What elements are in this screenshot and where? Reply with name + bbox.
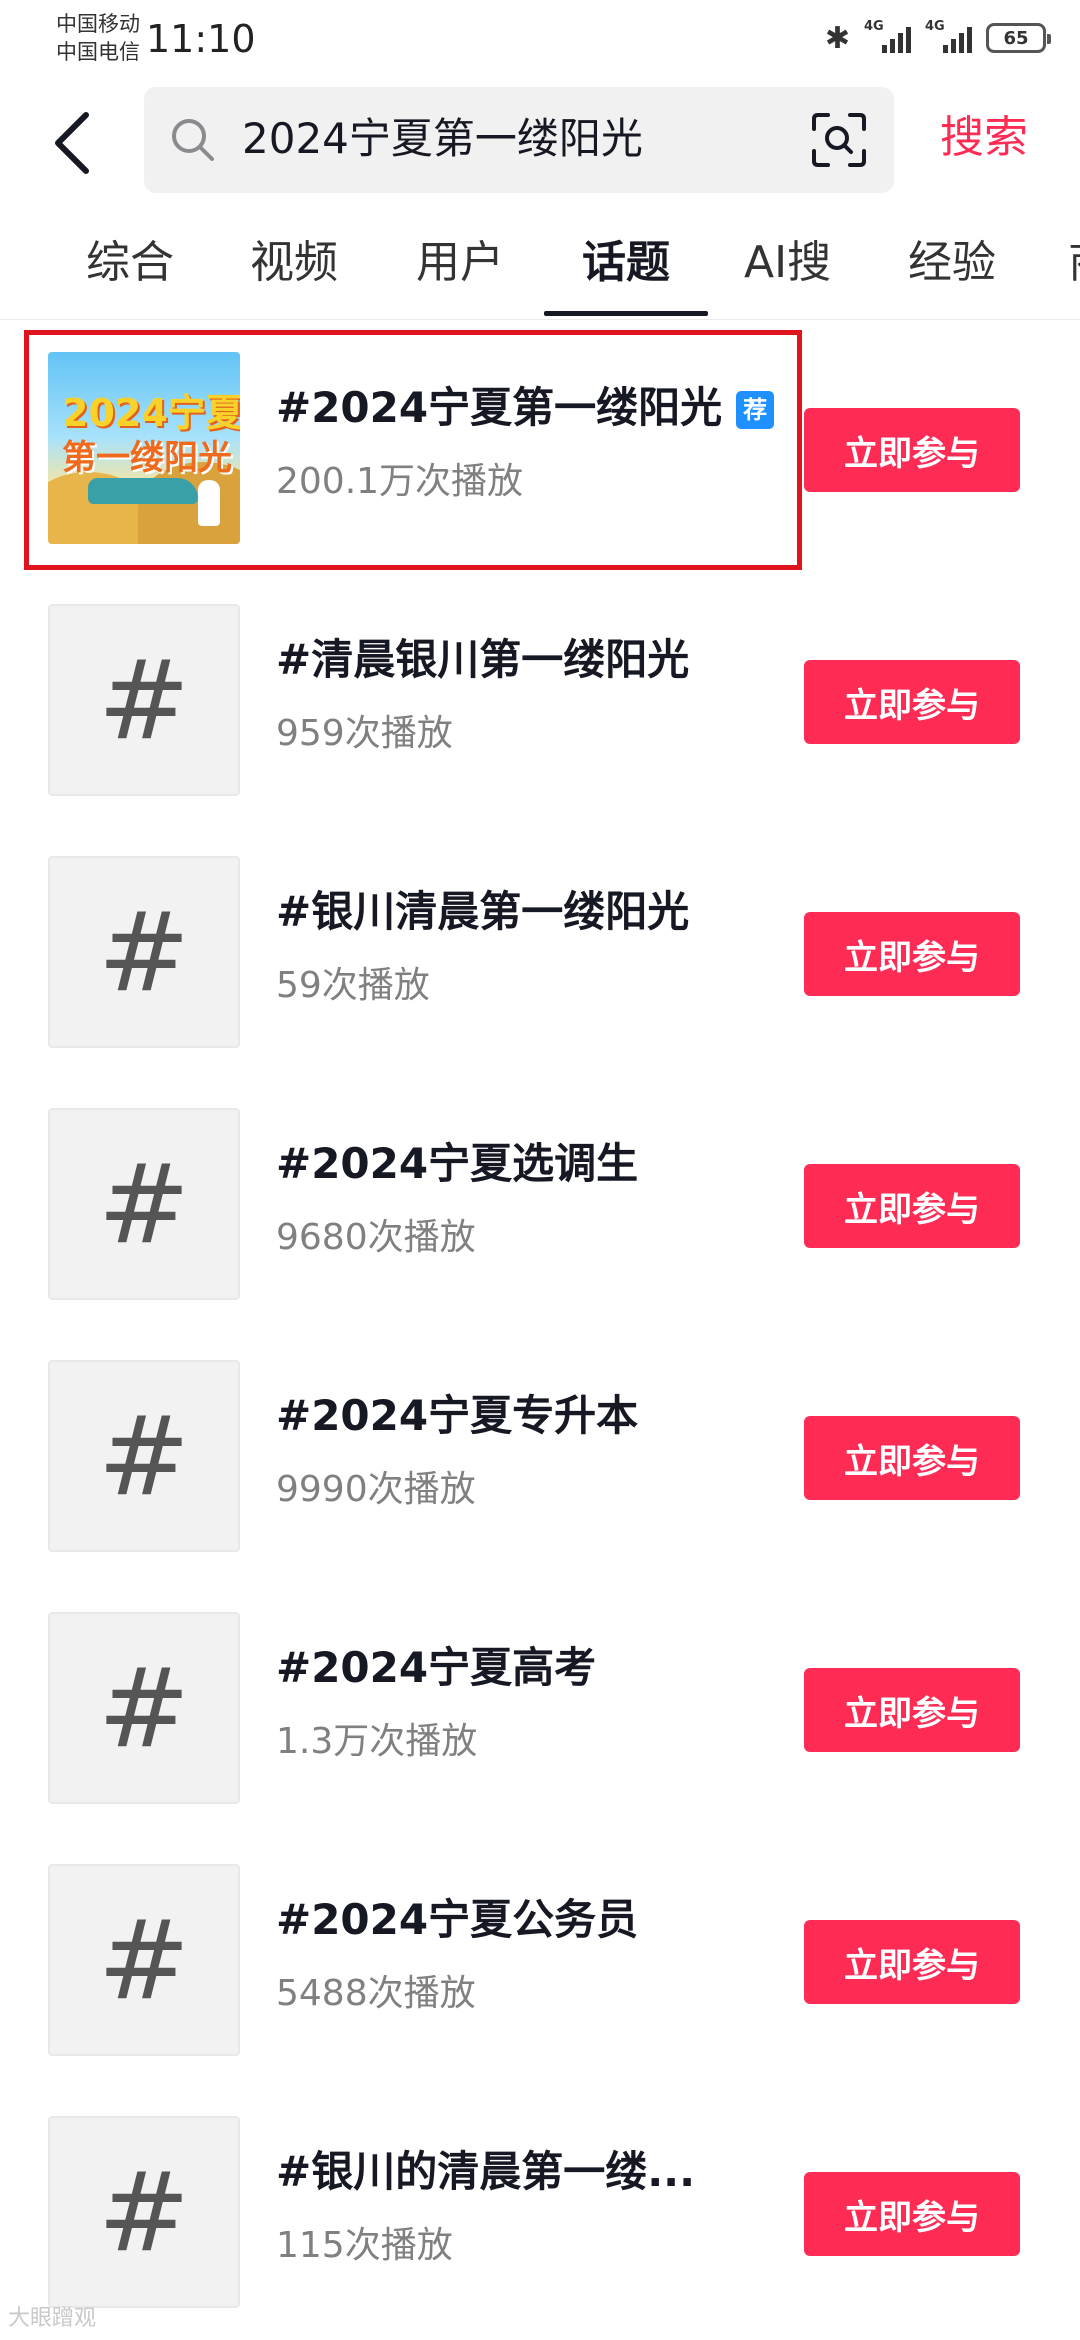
join-button[interactable]: 立即参与: [804, 408, 1020, 492]
join-button[interactable]: 立即参与: [804, 660, 1020, 744]
join-button[interactable]: 立即参与: [804, 912, 1020, 996]
highlight-box: [24, 330, 802, 570]
clock: 11:10: [146, 17, 256, 61]
hashtag-icon: #: [97, 2148, 191, 2276]
topic-title: #2024宁夏专升本: [276, 1391, 639, 1440]
hashtag-icon: #: [97, 1644, 191, 1772]
join-button[interactable]: 立即参与: [804, 1416, 1020, 1500]
topic-thumbnail: #: [48, 1864, 240, 2056]
watermark: 大眼蹭观: [8, 2306, 97, 2331]
topic-thumbnail: #: [48, 856, 240, 1048]
hashtag-icon: #: [97, 1896, 191, 2024]
search-button[interactable]: 搜索: [940, 108, 1028, 168]
topic-thumbnail: #: [48, 1108, 240, 1300]
tab-topics[interactable]: 话题: [582, 233, 670, 293]
search-icon: [172, 119, 214, 161]
app-screen: 中国移动 中国电信 11:10 ✱ 4G 4G 65 2024宁夏第一缕阳光 搜…: [0, 0, 1080, 2340]
hashtag-icon: #: [97, 1392, 191, 1520]
topic-play-count: 1.3万次播放: [276, 1721, 478, 1762]
topic-row[interactable]: # #2024宁夏高考 1.3万次播放 立即参与: [0, 1612, 1080, 1864]
tab-ai-search[interactable]: AI搜: [744, 233, 831, 293]
topic-play-count: 959次播放: [276, 713, 453, 754]
tab-users[interactable]: 用户: [416, 233, 504, 293]
join-button[interactable]: 立即参与: [804, 1164, 1020, 1248]
topic-row[interactable]: # #银川的清晨第一缕... 115次播放 立即参与: [0, 2116, 1080, 2340]
search-input[interactable]: 2024宁夏第一缕阳光: [144, 87, 894, 193]
topic-row[interactable]: # #银川清晨第一缕阳光 59次播放 立即参与: [0, 856, 1080, 1108]
topic-title: #2024宁夏选调生: [276, 1139, 639, 1188]
hashtag-icon: #: [97, 888, 191, 1016]
image-search-icon[interactable]: [810, 111, 868, 169]
topic-row[interactable]: # #2024宁夏选调生 9680次播放 立即参与: [0, 1108, 1080, 1360]
topic-play-count: 9990次播放: [276, 1469, 476, 1510]
signal-icon: 4G: [925, 19, 972, 53]
topic-title: #银川清晨第一缕阳光: [276, 887, 690, 936]
signal-icon: 4G: [864, 19, 911, 53]
topic-play-count: 115次播放: [276, 2225, 453, 2266]
hashtag-icon: #: [97, 636, 191, 764]
topic-row[interactable]: # #清晨银川第一缕阳光 959次播放 立即参与: [0, 604, 1080, 856]
topic-play-count: 59次播放: [276, 965, 430, 1006]
join-button[interactable]: 立即参与: [804, 1668, 1020, 1752]
topic-row[interactable]: # #2024宁夏专升本 9990次播放 立即参与: [0, 1360, 1080, 1612]
hashtag-icon: #: [97, 1140, 191, 1268]
category-tabs: 综合 视频 用户 话题 AI搜 经验 商: [0, 225, 1080, 320]
topic-title: #2024宁夏高考: [276, 1643, 597, 1692]
topic-thumbnail: #: [48, 1612, 240, 1804]
join-button[interactable]: 立即参与: [804, 1920, 1020, 2004]
carrier-2: 中国电信: [56, 40, 140, 64]
topic-title: #银川的清晨第一缕...: [276, 2147, 696, 2196]
topic-row[interactable]: # #2024宁夏公务员 5488次播放 立即参与: [0, 1864, 1080, 2116]
topic-thumbnail: #: [48, 1360, 240, 1552]
tab-comprehensive[interactable]: 综合: [86, 233, 174, 293]
carrier-info: 中国移动 中国电信: [56, 10, 140, 66]
tab-experience[interactable]: 经验: [908, 233, 996, 293]
topic-thumbnail: #: [48, 604, 240, 796]
tab-video[interactable]: 视频: [250, 233, 338, 293]
topic-thumbnail: #: [48, 2116, 240, 2308]
back-arrow-icon: [55, 112, 89, 174]
topic-title: #2024宁夏公务员: [276, 1895, 639, 1944]
battery-icon: 65: [986, 23, 1051, 53]
signal-label: 4G: [864, 19, 884, 34]
bluetooth-icon: ✱: [824, 20, 850, 56]
status-icons: ✱ 4G 4G 65: [824, 18, 1051, 58]
back-button[interactable]: [52, 108, 112, 178]
status-bar: 中国移动 中国电信 11:10 ✱ 4G 4G 65: [0, 0, 1080, 78]
active-tab-indicator: [544, 311, 708, 316]
carrier-1: 中国移动: [56, 12, 140, 36]
join-button[interactable]: 立即参与: [804, 2172, 1020, 2256]
search-query[interactable]: 2024宁夏第一缕阳光: [242, 109, 643, 169]
signal-label: 4G: [925, 19, 945, 34]
tab-shop[interactable]: 商: [1068, 233, 1080, 293]
topic-play-count: 5488次播放: [276, 1973, 476, 2014]
topic-title: #清晨银川第一缕阳光: [276, 635, 690, 684]
topic-play-count: 9680次播放: [276, 1217, 476, 1258]
